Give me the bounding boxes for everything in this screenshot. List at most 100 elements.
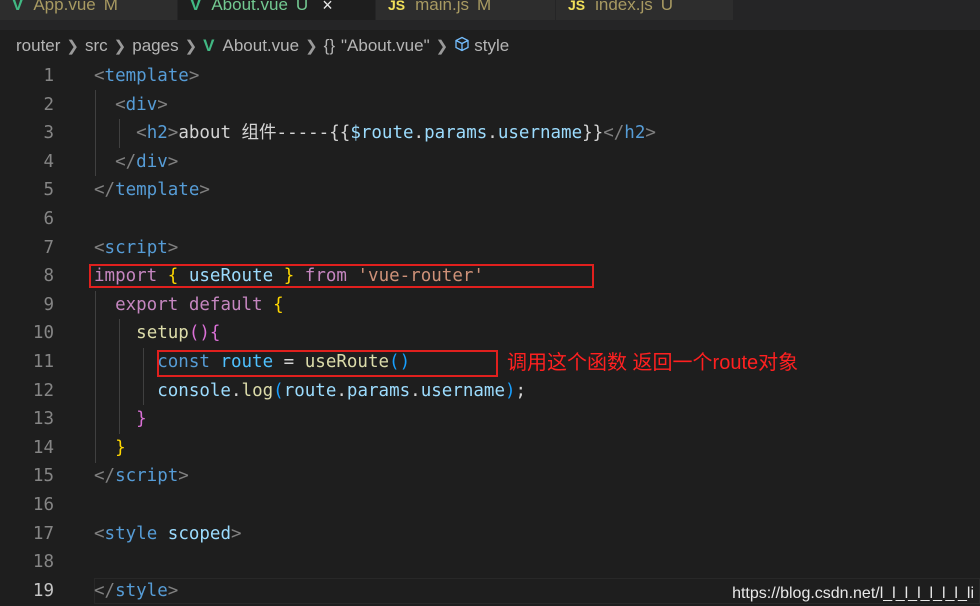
code-token: div	[136, 151, 168, 172]
chevron-right-icon: ❯	[66, 38, 79, 55]
code-text: </div>	[94, 148, 178, 177]
code-token: username	[497, 123, 583, 144]
code-token: >	[199, 180, 210, 201]
code-token: <	[94, 66, 105, 86]
code-line[interactable]: 5 </template>	[0, 176, 980, 205]
code-editor[interactable]: 1 <template> 2 <div> 3 <h2>about 组件-----{{$…	[0, 62, 980, 606]
code-line[interactable]: 7 <script>	[0, 234, 980, 263]
code-token: params	[346, 380, 411, 401]
line-number: 8	[43, 266, 54, 287]
line-number: 12	[32, 380, 54, 401]
code-token: div	[125, 94, 158, 115]
code-text: }	[94, 434, 126, 463]
code-line[interactable]: 2 <div>	[0, 91, 980, 120]
git-status-badge: M	[476, 0, 492, 14]
code-line[interactable]: 9 export default {	[0, 291, 980, 320]
code-token: <	[94, 523, 105, 544]
code-text: <style scoped>	[94, 520, 242, 549]
code-token: scoped	[167, 523, 231, 544]
code-token: <	[115, 94, 126, 115]
code-token: .	[336, 380, 347, 401]
code-text: </template>	[94, 176, 210, 205]
breadcrumb-item-src[interactable]: src	[85, 36, 108, 56]
watermark: https://blog.csdn.net/l_l_l_l_l_l_l_li	[732, 585, 974, 603]
code-line[interactable]: 18	[0, 548, 980, 577]
line-number: 7	[43, 237, 54, 258]
code-text: </style>	[94, 577, 178, 606]
line-number: 5	[43, 180, 54, 201]
code-text: <template>	[94, 62, 199, 91]
code-token: </	[94, 180, 116, 201]
code-line[interactable]: 17 <style scoped>	[0, 520, 980, 549]
tab-app-vue[interactable]: V App.vue M	[0, 0, 178, 20]
chevron-right-icon: ❯	[305, 38, 318, 55]
line-number: 3	[43, 123, 54, 144]
breadcrumb-item-symbol[interactable]: style	[474, 36, 509, 56]
code-line[interactable]: 10 setup(){	[0, 319, 980, 348]
code-token: {	[209, 323, 221, 344]
code-token: script	[115, 466, 179, 487]
line-number: 1	[43, 66, 54, 86]
code-line[interactable]: 13 }	[0, 405, 980, 434]
code-token: about 组件-----	[178, 123, 330, 144]
vue-file-icon: V	[190, 0, 202, 14]
code-line[interactable]: 16	[0, 491, 980, 520]
code-token: username	[420, 380, 505, 401]
code-token: </	[115, 151, 137, 172]
code-text: }	[94, 405, 147, 434]
code-text: console.log(route.params.username);	[94, 377, 526, 406]
line-number: 11	[32, 352, 54, 372]
tab-index-js[interactable]: JS index.js U	[556, 0, 734, 20]
code-token: export	[115, 294, 179, 315]
breadcrumb-item-file[interactable]: About.vue	[223, 36, 300, 56]
code-line[interactable]: 14 }	[0, 434, 980, 463]
code-token: route	[283, 380, 337, 401]
line-number: 9	[43, 294, 54, 315]
code-token: h2	[624, 123, 646, 144]
code-line[interactable]: 4 </div>	[0, 148, 980, 177]
tab-about-vue[interactable]: V About.vue U ×	[178, 0, 376, 20]
code-text: <script>	[94, 234, 178, 263]
code-token: .	[410, 380, 421, 401]
breadcrumb-item-pages[interactable]: pages	[132, 36, 178, 56]
code-token: template	[115, 180, 200, 201]
braces-icon: {}	[323, 36, 335, 55]
line-number: 13	[32, 409, 54, 430]
code-line[interactable]: 6	[0, 205, 980, 234]
code-line[interactable]: 15 </script>	[0, 462, 980, 491]
code-text: </script>	[94, 462, 189, 491]
code-token: setup	[136, 323, 189, 344]
close-icon[interactable]: ×	[322, 0, 333, 16]
code-token: )	[504, 380, 516, 401]
vue-file-icon: V	[12, 0, 24, 14]
tab-main-js[interactable]: JS main.js M	[376, 0, 556, 20]
breadcrumb-item-scope[interactable]: "About.vue"	[341, 36, 430, 56]
annotation-text: 调用这个函数 返回一个route对象	[507, 352, 799, 374]
breadcrumb-item-router[interactable]: router	[16, 36, 60, 56]
js-file-icon: JS	[568, 0, 586, 13]
code-token: style	[104, 523, 158, 544]
code-line[interactable]: 12 console.log(route.params.username);	[0, 377, 980, 406]
line-number: 17	[32, 523, 54, 544]
code-token: .	[230, 380, 242, 401]
line-number: 4	[43, 151, 54, 172]
code-line[interactable]: 1 <template>	[0, 62, 980, 91]
code-line[interactable]: 3 <h2>about 组件-----{{$route.params.usern…	[0, 119, 980, 148]
code-token: >	[231, 523, 242, 544]
code-token: (	[273, 380, 284, 401]
line-number: 18	[32, 552, 54, 573]
line-number: 2	[43, 94, 54, 115]
line-number: 10	[32, 323, 54, 344]
